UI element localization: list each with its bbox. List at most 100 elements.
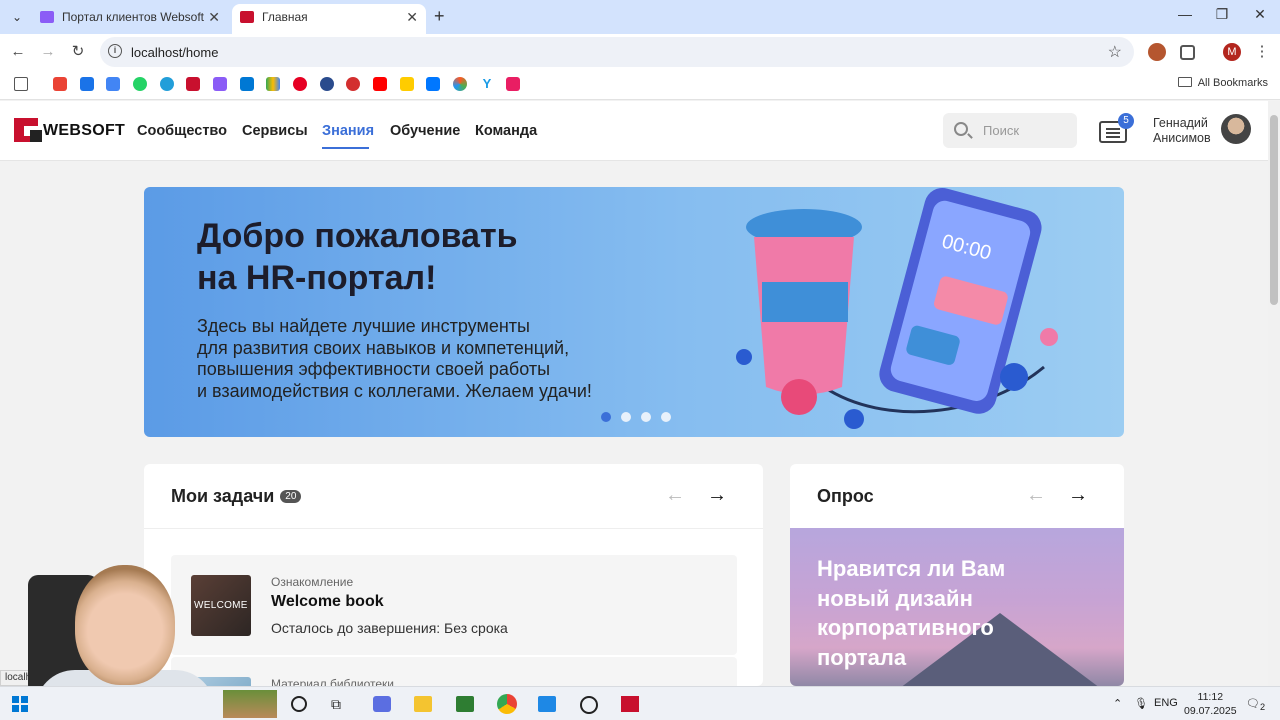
- task-view-icon[interactable]: ⧉: [331, 696, 349, 712]
- page-scrollbar[interactable]: [1268, 101, 1280, 686]
- hero-title: Добро пожаловать на HR-портал!: [197, 215, 518, 299]
- active-nav-underline: [322, 147, 369, 149]
- whatsapp-icon[interactable]: [133, 77, 147, 91]
- forward-icon[interactable]: →: [38, 42, 58, 62]
- maximize-icon[interactable]: ❐: [1212, 6, 1232, 23]
- nav-team[interactable]: Команда: [475, 123, 537, 139]
- gmail-icon[interactable]: [53, 77, 67, 91]
- extension-icon[interactable]: [1148, 43, 1166, 61]
- websoft-favicon-icon: [240, 11, 254, 23]
- hero-desc-line: и взаимодействия с коллегами. Желаем уда…: [197, 380, 592, 401]
- carousel-dot[interactable]: [641, 412, 651, 422]
- chrome-icon[interactable]: [497, 694, 517, 714]
- window-close-icon[interactable]: ✕: [1250, 6, 1270, 23]
- tasks-title: Мои задачи 20: [171, 486, 302, 507]
- task-name: Welcome book: [271, 593, 384, 610]
- tab-search-icon[interactable]: ⌄: [6, 7, 28, 27]
- url-text: localhost/home: [131, 45, 219, 60]
- tasks-card: Мои задачи 20 ← → WELCOME Ознакомление We…: [144, 464, 763, 686]
- back-icon[interactable]: ←: [8, 42, 28, 62]
- poll-banner[interactable]: Нравится ли Вам новый дизайн корпоративн…: [790, 528, 1124, 686]
- hero-title-line: Добро пожаловать: [197, 217, 518, 255]
- yellow-icon[interactable]: [400, 77, 414, 91]
- carousel-dot[interactable]: [621, 412, 631, 422]
- pinterest-icon[interactable]: [293, 77, 307, 91]
- tab-title: Портал клиентов Websoft: [62, 10, 205, 24]
- telegram-icon[interactable]: [160, 77, 174, 91]
- app-icon[interactable]: [320, 77, 334, 91]
- address-bar[interactable]: i localhost/home ☆: [100, 37, 1134, 67]
- poll-question-line: Нравится ли Вам: [817, 556, 1006, 581]
- task-item[interactable]: Материал библиотеки: [171, 657, 737, 686]
- close-icon[interactable]: ✕: [406, 4, 418, 30]
- start-icon[interactable]: [12, 696, 28, 712]
- nav-community[interactable]: Сообщество: [137, 123, 227, 139]
- next-arrow-icon[interactable]: →: [1068, 484, 1088, 507]
- apps-grid-icon[interactable]: [14, 77, 28, 91]
- prev-arrow-icon[interactable]: ←: [1026, 484, 1046, 507]
- search-input[interactable]: Поиск: [943, 113, 1077, 148]
- site-header: WEBSOFT Сообщество Сервисы Знания Обучен…: [0, 101, 1268, 161]
- carousel-dot[interactable]: [601, 412, 611, 422]
- task-category: Материал библиотеки: [271, 677, 394, 686]
- menu-kebab-icon[interactable]: ⋮: [1252, 42, 1272, 62]
- tray-chevron-icon[interactable]: ⌃: [1113, 697, 1122, 710]
- purple-icon[interactable]: [213, 77, 227, 91]
- user-name[interactable]: Геннадий Анисимов: [1153, 116, 1211, 146]
- minimize-icon[interactable]: —: [1175, 6, 1195, 22]
- prev-arrow-icon[interactable]: ←: [665, 484, 685, 507]
- task-item[interactable]: WELCOME Ознакомление Welcome book Остало…: [171, 555, 737, 655]
- notifications-icon[interactable]: 🗨2: [1246, 697, 1265, 712]
- search-icon[interactable]: [291, 696, 307, 712]
- ai-icon[interactable]: [453, 77, 467, 91]
- hero-description: Здесь вы найдете лучшие инструменты для …: [197, 316, 592, 402]
- poll-question-line: корпоративного: [817, 615, 994, 640]
- vk-icon[interactable]: [426, 77, 440, 91]
- pink-icon[interactable]: [506, 77, 520, 91]
- window-icon[interactable]: [538, 696, 556, 712]
- messages-badge: 5: [1118, 113, 1134, 129]
- site-info-icon[interactable]: i: [108, 44, 122, 58]
- close-icon[interactable]: ✕: [208, 4, 220, 30]
- next-arrow-icon[interactable]: →: [707, 484, 727, 507]
- y-icon[interactable]: Y: [480, 77, 494, 91]
- poll-question-line: новый дизайн: [817, 585, 973, 611]
- bookmarks-bar: Y All Bookmarks: [0, 70, 1280, 100]
- chat-icon[interactable]: [80, 77, 94, 91]
- new-tab-icon[interactable]: +: [434, 6, 445, 27]
- websoft-taskbar-icon[interactable]: [621, 696, 639, 712]
- nav-services[interactable]: Сервисы: [242, 123, 308, 139]
- folder-icon[interactable]: [414, 696, 432, 712]
- language-indicator[interactable]: ENG: [1154, 697, 1178, 709]
- all-bookmarks[interactable]: All Bookmarks: [1177, 77, 1268, 89]
- notepad-icon[interactable]: [456, 696, 474, 712]
- websoft-icon[interactable]: [186, 77, 200, 91]
- task-category: Ознакомление: [271, 575, 354, 589]
- bookmark-star-icon[interactable]: ☆: [1108, 42, 1122, 62]
- calendar-icon[interactable]: [106, 77, 120, 91]
- drive-icon[interactable]: [266, 77, 280, 91]
- clock-time: 11:12: [1197, 691, 1224, 703]
- messages-button[interactable]: 5: [1099, 113, 1134, 145]
- microphone-icon[interactable]: 🎙: [1134, 697, 1148, 710]
- system-clock[interactable]: 11:12 09.07.2025: [1184, 690, 1237, 718]
- scrollbar-thumb[interactable]: [1270, 115, 1278, 305]
- profile-avatar[interactable]: M: [1223, 43, 1241, 61]
- nav-learning[interactable]: Обучение: [390, 123, 460, 139]
- tab-portal-clients[interactable]: Портал клиентов Websoft ✕: [32, 4, 228, 34]
- clock-app-icon[interactable]: [580, 696, 598, 714]
- nav-knowledge[interactable]: Знания: [322, 123, 374, 139]
- apple-icon[interactable]: [346, 77, 360, 91]
- portal-favicon-icon: [40, 11, 54, 23]
- cloud-icon[interactable]: [240, 77, 254, 91]
- divider: [144, 528, 763, 529]
- app-icon[interactable]: [373, 696, 391, 712]
- reload-icon[interactable]: ↻: [68, 42, 88, 62]
- poll-card: Опрос ← → Нравится ли Вам новый дизайн к…: [790, 464, 1124, 686]
- extensions-puzzle-icon[interactable]: [1180, 45, 1195, 60]
- avatar[interactable]: [1221, 114, 1251, 144]
- tab-home[interactable]: Главная ✕: [232, 4, 426, 34]
- youtube-icon[interactable]: [373, 77, 387, 91]
- carousel-dot[interactable]: [661, 412, 671, 422]
- hero-desc-line: для развития своих навыков и компетенций…: [197, 337, 570, 358]
